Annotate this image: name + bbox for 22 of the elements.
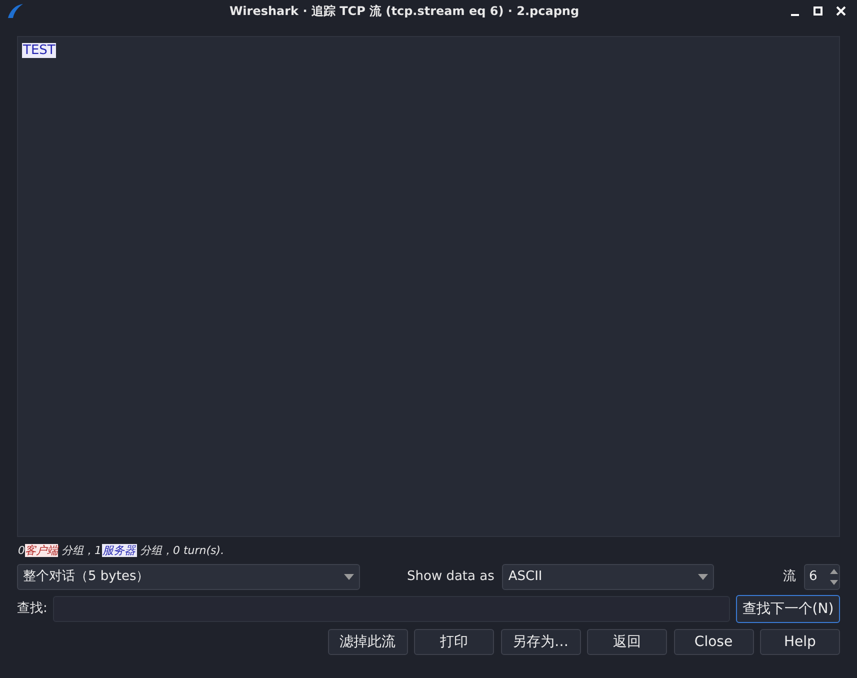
stream-spinbox[interactable]: 6 xyxy=(804,564,840,590)
conversation-dropdown[interactable]: 整个对话（5 bytes） xyxy=(17,564,360,590)
find-next-button[interactable]: 查找下一个(N) xyxy=(736,595,840,623)
dialog-button[interactable]: 返回 xyxy=(587,629,667,655)
find-label: 查找: xyxy=(17,600,48,618)
dialog-button[interactable]: 另存为… xyxy=(500,629,580,655)
dialog-button[interactable]: Close xyxy=(674,629,754,655)
stream-stats: 0客户端 分组，1 服务器 分组，0 turn(s). xyxy=(18,543,226,559)
caret-icon xyxy=(344,574,354,580)
app-logo-icon xyxy=(6,3,24,19)
window-title: Wireshark · 追踪 TCP 流 (tcp.stream eq 6) · 2.pcapng xyxy=(228,3,580,20)
dialog-button[interactable]: 打印 xyxy=(414,629,494,655)
stream-data-text: TEST xyxy=(22,43,56,58)
show-data-dropdown[interactable]: ASCII xyxy=(502,564,714,590)
dialog-button[interactable]: Help xyxy=(760,629,840,655)
maximize-icon[interactable] xyxy=(812,6,823,16)
stream-text-area[interactable]: TEST xyxy=(17,36,840,537)
close-icon[interactable] xyxy=(836,6,846,16)
dialog-button[interactable]: 滤掉此流 xyxy=(328,629,408,655)
stream-label: 流 xyxy=(783,568,796,586)
show-data-label: Show data as xyxy=(407,568,494,586)
caret-icon xyxy=(698,574,708,580)
